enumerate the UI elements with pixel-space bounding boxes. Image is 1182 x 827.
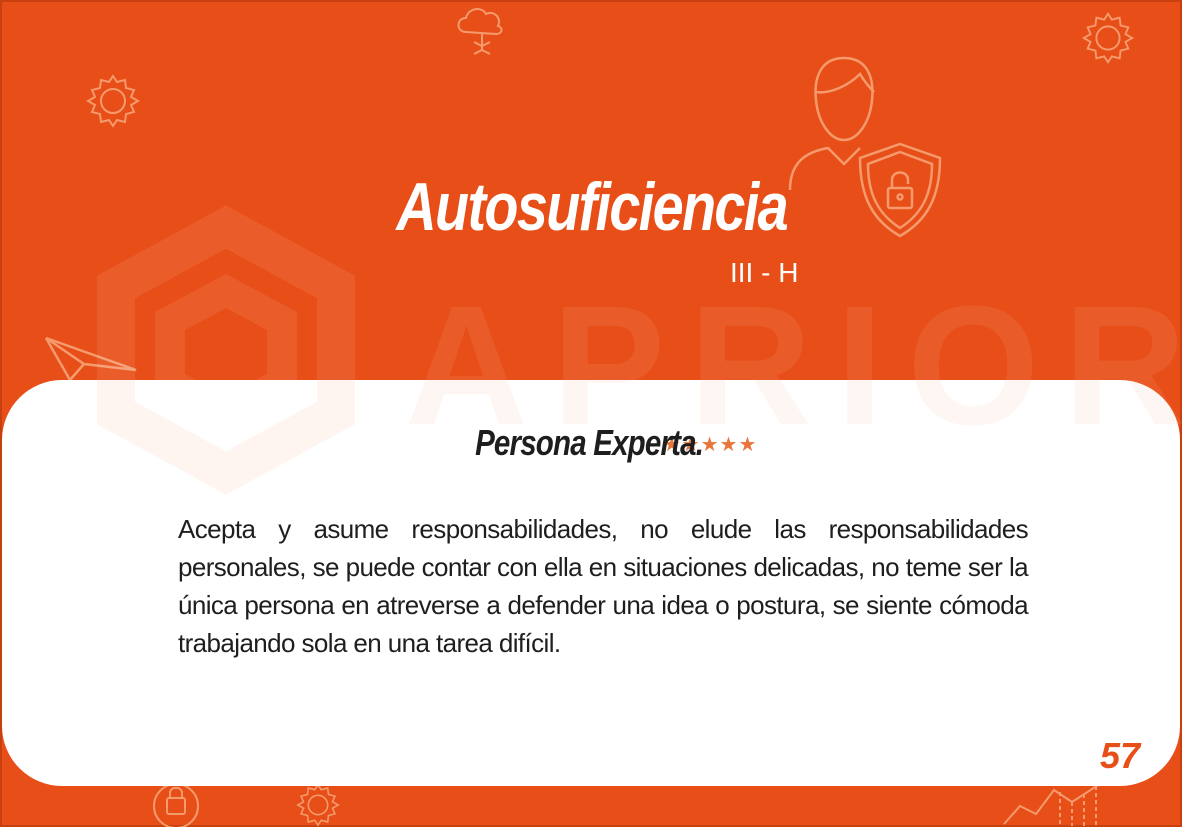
- lock-icon: [153, 783, 199, 827]
- card: APRIORI Autosuficiencia III - H APRIORI …: [0, 0, 1182, 827]
- description-text: Acepta y asume responsabilidades, no elu…: [178, 514, 1029, 658]
- paper-plane-icon: [44, 336, 137, 383]
- page-number: 57: [1100, 735, 1141, 776]
- level-label: Persona Experta.: [474, 422, 704, 463]
- card-code: III - H: [730, 257, 799, 288]
- level-heading: Persona Experta.★★★★★: [0, 422, 1182, 464]
- gear-icon: [296, 783, 340, 827]
- gear-icon: [85, 74, 141, 128]
- gear-icon: [1081, 12, 1135, 64]
- card-title: Autosuficiencia: [396, 169, 788, 245]
- cloud-network-icon: [457, 8, 503, 55]
